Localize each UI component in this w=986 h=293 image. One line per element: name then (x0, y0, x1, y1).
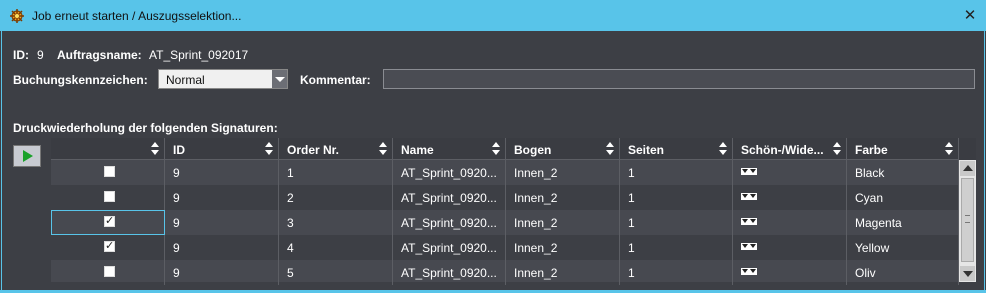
bogen-cell: Innen_2 (506, 260, 620, 285)
schoen-wider-icon (741, 193, 757, 200)
farbe-cell: Black (847, 160, 959, 185)
schoen-wider-cell (733, 160, 847, 185)
comment-input[interactable] (383, 69, 975, 89)
name-cell: AT_Sprint_0920... (393, 210, 506, 235)
schoen-wider-cell (733, 260, 847, 285)
sort-icon[interactable] (151, 142, 159, 155)
table-row[interactable]: 9 5 AT_Sprint_0920... Innen_2 1 Oliv (51, 260, 959, 285)
farbe-cell: Oliv (847, 260, 959, 285)
title-bar: Job erneut starten / Auszugsselektion...… (0, 0, 986, 31)
booking-select-value: Normal (166, 73, 205, 87)
scroll-up-icon[interactable] (960, 161, 975, 176)
name-cell: AT_Sprint_0920... (393, 260, 506, 285)
farbe-cell: Cyan (847, 185, 959, 210)
farbe-cell: Yellow (847, 235, 959, 260)
schoen-wider-cell (733, 185, 847, 210)
select-cell[interactable] (51, 185, 165, 210)
name-cell: AT_Sprint_0920... (393, 185, 506, 210)
window-title: Job erneut starten / Auszugsselektion... (32, 9, 242, 23)
vertical-scrollbar[interactable] (959, 160, 976, 282)
id-cell: 9 (165, 210, 279, 235)
column-header-bogen[interactable]: Bogen (506, 138, 620, 160)
farbe-cell: Magenta (847, 210, 959, 235)
sort-icon[interactable] (606, 142, 614, 155)
column-header-select[interactable] (51, 138, 165, 160)
order-cell: 4 (279, 235, 393, 260)
name-cell: AT_Sprint_0920... (393, 160, 506, 185)
schoen-wider-icon (741, 218, 757, 225)
seiten-cell: 1 (620, 185, 733, 210)
sort-icon[interactable] (492, 142, 500, 155)
table-corner (959, 138, 976, 160)
column-header-schoen-wider[interactable]: Schön-/Wide... (733, 138, 847, 160)
row-checkbox[interactable] (104, 266, 115, 277)
seiten-cell: 1 (620, 160, 733, 185)
schoen-wider-icon (741, 268, 757, 275)
section-label: Druckwiederholung der folgenden Signatur… (13, 121, 278, 135)
row-checkbox[interactable] (104, 239, 115, 252)
column-header-farbe[interactable]: Farbe (847, 138, 959, 160)
select-cell[interactable] (51, 210, 165, 235)
id-value: 9 (37, 48, 44, 62)
order-name-value: AT_Sprint_092017 (149, 48, 249, 62)
row-checkbox[interactable] (104, 214, 115, 227)
bogen-cell: Innen_2 (506, 235, 620, 260)
column-header-order-nr[interactable]: Order Nr. (279, 138, 393, 160)
signature-table: ID Order Nr. Name Bogen Seiten Schön-/Wi… (51, 138, 959, 285)
seiten-cell: 1 (620, 210, 733, 235)
bogen-cell: Innen_2 (506, 185, 620, 210)
row-checkbox[interactable] (104, 166, 115, 177)
sort-icon[interactable] (833, 142, 841, 155)
select-cell[interactable] (51, 235, 165, 260)
order-name-label: Auftragsname: (57, 48, 142, 62)
sort-icon[interactable] (945, 142, 953, 155)
schoen-wider-cell (733, 210, 847, 235)
id-cell: 9 (165, 160, 279, 185)
app-icon (10, 9, 24, 23)
table-row[interactable]: 9 1 AT_Sprint_0920... Innen_2 1 Black (51, 160, 959, 185)
column-header-id[interactable]: ID (165, 138, 279, 160)
order-cell: 3 (279, 210, 393, 235)
table-row[interactable]: 9 3 AT_Sprint_0920... Innen_2 1 Magenta (51, 210, 959, 235)
id-label: ID: (13, 48, 29, 62)
sort-icon[interactable] (719, 142, 727, 155)
scroll-down-icon[interactable] (960, 266, 975, 281)
booking-select[interactable]: Normal (158, 69, 288, 89)
seiten-cell: 1 (620, 235, 733, 260)
column-header-name[interactable]: Name (393, 138, 506, 160)
id-cell: 9 (165, 260, 279, 285)
bogen-cell: Innen_2 (506, 160, 620, 185)
id-cell: 9 (165, 185, 279, 210)
sort-icon[interactable] (265, 142, 273, 155)
close-icon[interactable]: ✕ (954, 0, 986, 31)
id-cell: 9 (165, 235, 279, 260)
select-cell[interactable] (51, 260, 165, 285)
sort-icon[interactable] (379, 142, 387, 155)
seiten-cell: 1 (620, 260, 733, 285)
select-cell[interactable] (51, 160, 165, 185)
row-checkbox[interactable] (104, 191, 115, 202)
schoen-wider-cell (733, 235, 847, 260)
table-row[interactable]: 9 2 AT_Sprint_0920... Innen_2 1 Cyan (51, 185, 959, 210)
name-cell: AT_Sprint_0920... (393, 235, 506, 260)
scroll-thumb[interactable] (961, 178, 974, 262)
play-icon[interactable] (13, 145, 41, 167)
bogen-cell: Innen_2 (506, 210, 620, 235)
table-row[interactable]: 9 4 AT_Sprint_0920... Innen_2 1 Yellow (51, 235, 959, 260)
booking-label: Buchungskennzeichen: (13, 73, 148, 87)
order-cell: 5 (279, 260, 393, 285)
column-header-seiten[interactable]: Seiten (620, 138, 733, 160)
comment-label: Kommentar: (300, 73, 371, 87)
schoen-wider-icon (741, 243, 757, 250)
order-cell: 1 (279, 160, 393, 185)
schoen-wider-icon (741, 168, 757, 175)
chevron-down-icon[interactable] (272, 70, 287, 88)
order-cell: 2 (279, 185, 393, 210)
